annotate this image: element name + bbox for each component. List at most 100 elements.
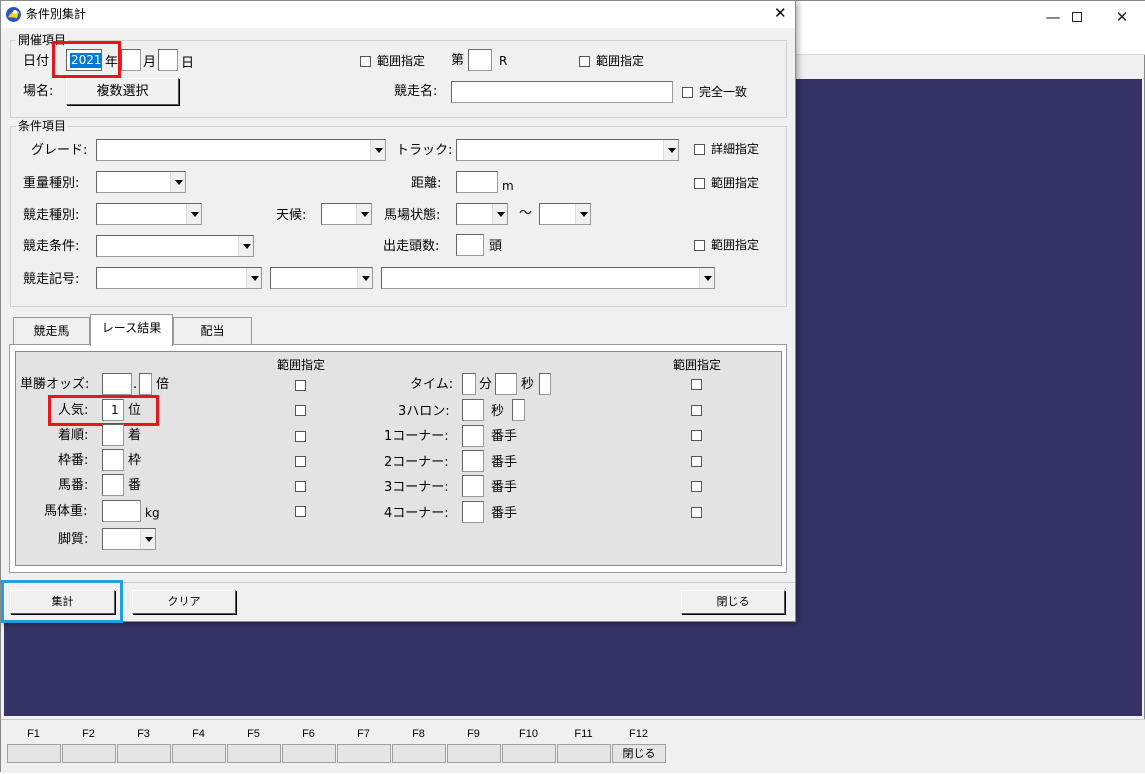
chevron-down-icon [246, 268, 261, 288]
tab-horse[interactable]: 競走馬 [13, 317, 90, 346]
bracket-input[interactable] [102, 449, 124, 471]
dialog-title: 条件別集計 [26, 7, 87, 21]
day-unit: 日 [181, 56, 195, 71]
fkey-button[interactable] [337, 744, 391, 763]
horse-number-input[interactable] [102, 474, 124, 496]
fkey-button[interactable] [282, 744, 336, 763]
function-key-bar: F1 F2 F3 F4 F5 F6 F7 F8 F9 F10 F11 F12 閉じる [1, 719, 1145, 773]
grade-select[interactable] [96, 139, 386, 161]
fkey-button[interactable] [227, 744, 281, 763]
fkey-f9: F9 [446, 720, 501, 774]
horse-weight-unit: kg [145, 506, 160, 520]
tilde: 〜 [519, 206, 533, 221]
clear-button[interactable]: クリア [132, 590, 236, 614]
fkey-button[interactable] [392, 744, 446, 763]
race-number-input[interactable] [468, 49, 492, 71]
chevron-down-icon [699, 268, 714, 288]
corner1-input[interactable] [462, 425, 484, 447]
race-type-select[interactable] [96, 203, 202, 225]
running-style-select[interactable] [102, 528, 156, 550]
date-label: 日付 [23, 54, 50, 69]
chevron-down-icon [356, 204, 371, 224]
bracket-range-checkbox[interactable] [295, 456, 306, 467]
horse-number-range-checkbox[interactable] [295, 481, 306, 492]
track-label: トラック: [396, 143, 453, 158]
chevron-down-icon [238, 236, 253, 256]
corner1-range-checkbox[interactable] [691, 430, 702, 441]
race-condition-select[interactable] [96, 235, 254, 257]
runners-input[interactable] [456, 234, 484, 256]
maximize-icon[interactable] [1054, 1, 1100, 33]
dai-label: 第 [451, 53, 465, 68]
fkey-button[interactable] [62, 744, 116, 763]
fkey-button[interactable] [557, 744, 611, 763]
weather-label: 天候: [276, 208, 307, 223]
day-input[interactable] [158, 49, 178, 71]
win-odds-dec-input[interactable] [139, 373, 152, 395]
distance-range-checkbox[interactable] [694, 178, 705, 189]
detail-checkbox[interactable] [694, 144, 705, 155]
fkey-button[interactable] [7, 744, 61, 763]
horse-number-unit: 番 [128, 478, 142, 493]
date-range-checkbox[interactable] [360, 56, 371, 67]
exact-match-checkbox[interactable] [682, 87, 693, 98]
corner3-input[interactable] [462, 475, 484, 497]
three-furlong-unit: 秒 [491, 404, 505, 419]
horse-weight-range-checkbox[interactable] [295, 506, 306, 517]
finish-label: 着順: [58, 428, 89, 443]
going-from-select[interactable] [456, 203, 508, 225]
fkey-button[interactable] [172, 744, 226, 763]
close-icon[interactable]: ✕ [1099, 1, 1145, 33]
dialog-close-icon[interactable]: ✕ [774, 5, 787, 21]
grade-label: グレード: [31, 143, 88, 158]
corner4-range-checkbox[interactable] [691, 507, 702, 518]
fkey-label: F8 [412, 728, 425, 740]
weight-type-select[interactable] [96, 171, 186, 193]
tab-payout[interactable]: 配当 [173, 317, 252, 346]
year-highlight [52, 41, 121, 78]
close-button[interactable]: 閉じる [681, 590, 785, 614]
time-dec-input[interactable] [539, 373, 551, 395]
race-range-checkbox[interactable] [579, 56, 590, 67]
multi-select-button[interactable]: 複数選択 [66, 78, 179, 105]
fkey-f8: F8 [391, 720, 446, 774]
corner2-range-checkbox[interactable] [691, 456, 702, 467]
track-select[interactable] [456, 139, 679, 161]
finish-range-checkbox[interactable] [295, 431, 306, 442]
weight-type-label: 重量種別: [23, 176, 80, 191]
three-furlong-range-checkbox[interactable] [691, 405, 702, 416]
three-furlong-dec-input[interactable] [512, 399, 525, 421]
fkey-button[interactable] [117, 744, 171, 763]
corner4-input[interactable] [462, 501, 484, 523]
fkey-button[interactable] [502, 744, 556, 763]
fkey-button[interactable] [447, 744, 501, 763]
distance-label: 距離: [411, 176, 442, 191]
distance-range-label: 範囲指定 [711, 176, 760, 190]
win-odds-int-input[interactable] [102, 373, 132, 395]
fkey-f10: F10 [501, 720, 556, 774]
going-to-select[interactable] [539, 203, 591, 225]
fkey-label: F9 [467, 728, 480, 740]
time-sec-input[interactable] [495, 373, 517, 395]
runners-range-checkbox[interactable] [694, 240, 705, 251]
time-min-input[interactable] [462, 373, 476, 395]
time-range-checkbox[interactable] [691, 379, 702, 390]
tab-race-result[interactable]: レース結果 [90, 314, 173, 346]
three-furlong-input[interactable] [462, 399, 484, 421]
corner3-range-checkbox[interactable] [691, 481, 702, 492]
race-symbol-select-2[interactable] [270, 267, 373, 289]
month-input[interactable] [121, 49, 141, 71]
horse-weight-input[interactable] [102, 500, 141, 522]
win-odds-range-checkbox[interactable] [295, 380, 306, 391]
race-name-input[interactable] [451, 81, 673, 103]
fkey-button[interactable]: 閉じる [612, 744, 666, 763]
race-symbol-select-3[interactable] [381, 267, 715, 289]
distance-input[interactable] [456, 171, 498, 193]
corner4-unit: 番手 [491, 506, 518, 521]
fkey-label: F3 [137, 728, 150, 740]
finish-input[interactable] [102, 424, 124, 446]
race-symbol-select-1[interactable] [96, 267, 262, 289]
weather-select[interactable] [321, 203, 372, 225]
corner2-input[interactable] [462, 450, 484, 472]
popularity-range-checkbox[interactable] [295, 405, 306, 416]
